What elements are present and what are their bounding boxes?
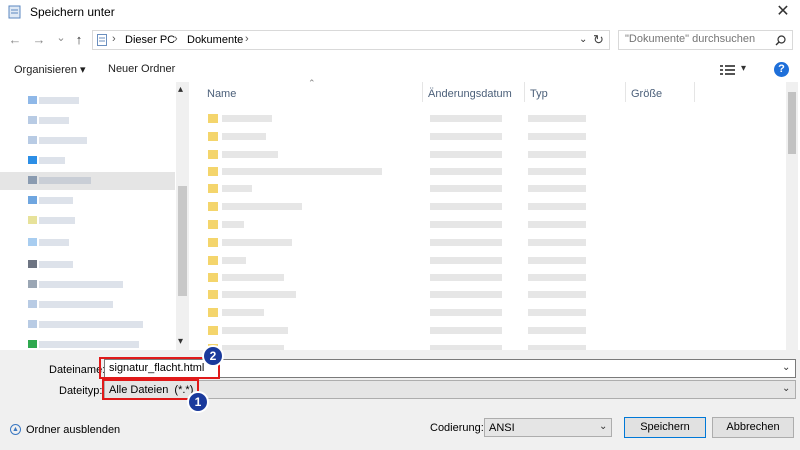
nav-item[interactable] [28,116,98,124]
cancel-button[interactable]: Abbrechen [712,417,794,438]
nav-item[interactable] [28,238,88,246]
new-folder-button[interactable]: Neuer Ordner [108,63,175,75]
nav-item[interactable] [28,136,108,144]
view-options-chevron-icon[interactable]: ▾ [741,63,746,74]
refresh-button[interactable]: ↻ [593,32,604,48]
highlight-box-filetype [102,379,199,400]
scroll-down-icon[interactable]: ▾ [178,336,183,347]
column-header-name[interactable]: Name [207,88,236,100]
highlight-box-filename [99,357,220,379]
forward-button[interactable]: → [30,31,48,49]
file-row[interactable] [208,290,588,299]
file-row[interactable] [208,273,588,282]
scrollbar-thumb[interactable] [178,186,187,296]
file-row[interactable] [208,220,588,229]
chevron-down-icon[interactable]: ⌄ [782,383,790,394]
view-options-icon[interactable] [720,64,736,75]
search-input[interactable] [625,33,765,45]
navigation-scrollbar[interactable]: ▴ ▾ [176,82,189,350]
annotation-badge-2: 2 [202,345,224,367]
save-button[interactable]: Speichern [624,417,706,438]
encoding-value: ANSI [489,422,515,434]
file-row[interactable] [208,308,588,317]
scroll-up-icon[interactable]: ▴ [178,84,183,95]
title-bar [0,0,800,24]
close-button[interactable]: ✕ [772,2,794,22]
nav-item[interactable] [28,176,108,184]
collapse-icon[interactable]: ▲ [10,424,21,435]
column-divider[interactable] [625,82,626,102]
file-row[interactable] [208,184,588,193]
file-row[interactable] [208,132,588,141]
encoding-label: Codierung: [430,422,484,434]
hide-folders-button[interactable]: Ordner ausblenden [26,424,120,436]
encoding-select[interactable]: ANSI ⌄ [484,418,612,437]
scrollbar-thumb[interactable] [788,92,796,154]
search-icon[interactable] [775,35,786,46]
filetype-label: Dateityp: [59,385,103,397]
column-divider[interactable] [422,82,423,102]
filename-label: Dateiname: [49,364,106,376]
up-button[interactable]: ↑ [70,31,88,49]
nav-item[interactable] [28,216,88,224]
breadcrumb-separator: › [174,33,178,45]
nav-item[interactable] [28,156,88,164]
file-row[interactable] [208,167,588,176]
organize-menu-button[interactable]: Organisieren ▾ [14,63,86,76]
column-divider[interactable] [524,82,525,102]
nav-item[interactable] [28,340,148,348]
nav-item[interactable] [28,320,148,328]
search-box[interactable] [618,30,793,50]
nav-item[interactable] [28,280,138,288]
chevron-down-icon[interactable]: ⌄ [782,362,790,373]
column-header-date[interactable]: Änderungsdatum [428,88,512,100]
column-header-type[interactable]: Typ [530,88,548,100]
file-row[interactable] [208,150,588,159]
file-row[interactable] [208,202,588,211]
help-button[interactable]: ? [774,62,789,77]
annotation-badge-1: 1 [187,391,209,413]
nav-item[interactable] [28,96,98,104]
sort-indicator-icon: ⌃ [308,78,316,88]
column-divider[interactable] [694,82,695,102]
document-icon [97,34,107,46]
breadcrumb-separator: › [112,33,116,45]
nav-item[interactable] [28,260,88,268]
file-row[interactable] [208,326,588,335]
breadcrumb-dokumente[interactable]: Dokumente [187,34,243,46]
address-dropdown-icon[interactable]: ⌄ [579,34,587,45]
nav-item[interactable] [28,300,128,308]
address-bar[interactable]: › Dieser PC › Dokumente › ⌄ ↻ [92,30,610,50]
recent-locations-dropdown[interactable]: ⌄ [52,29,70,47]
breadcrumb-dieser-pc[interactable]: Dieser PC [125,34,175,46]
breadcrumb-separator: › [245,33,249,45]
file-row[interactable] [208,114,588,123]
column-header-size[interactable]: Größe [631,88,662,100]
window-title: Speichern unter [30,5,115,19]
back-button[interactable]: ← [6,31,24,49]
nav-item[interactable] [28,196,98,204]
file-row[interactable] [208,238,588,247]
notepad-icon [8,5,21,19]
chevron-down-icon[interactable]: ⌄ [599,421,607,432]
file-row[interactable] [208,256,588,265]
